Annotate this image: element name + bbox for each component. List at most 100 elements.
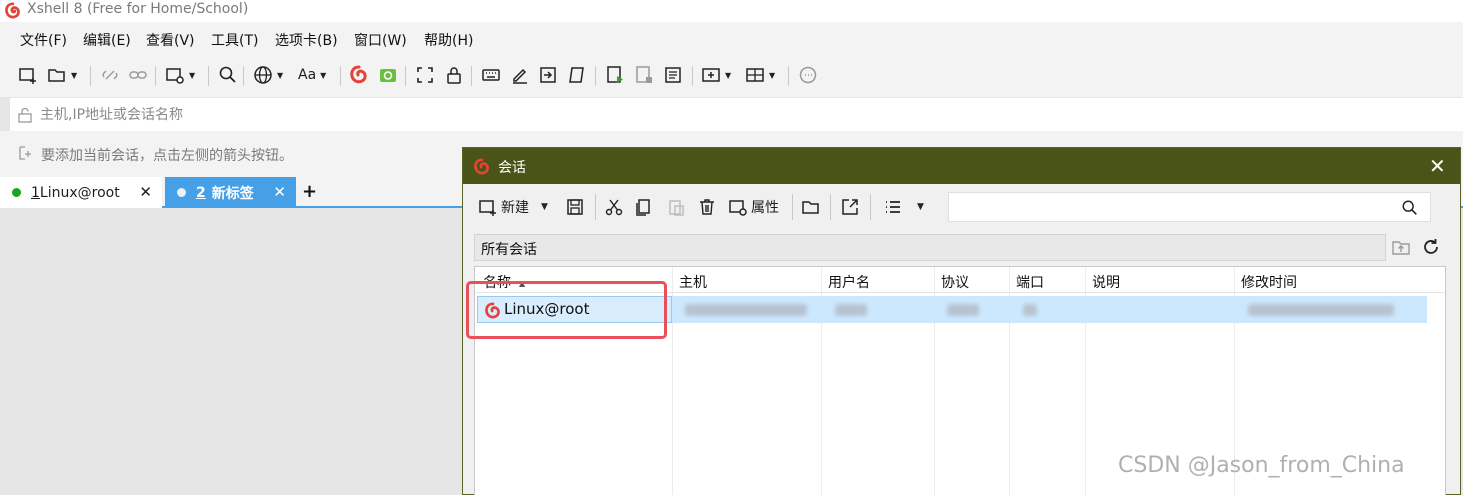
new-session-button[interactable]: 新建 ▼ <box>478 196 548 218</box>
open-folder-button[interactable] <box>801 196 821 218</box>
connected-status-icon <box>12 188 21 197</box>
folder-path-label: 所有会话 <box>481 242 537 258</box>
chevron-down-icon: ▼ <box>769 70 776 80</box>
stop-log-button[interactable] <box>634 64 654 86</box>
menu-tools[interactable]: 工具(T) <box>211 30 258 50</box>
add-tab-icon[interactable]: + <box>302 181 317 202</box>
trash-icon <box>700 199 714 215</box>
column-header-port[interactable]: 端口 <box>1016 272 1044 292</box>
redacted-host <box>685 304 807 316</box>
scroll-icon <box>569 67 584 83</box>
chevron-down-icon[interactable]: ▼ <box>541 202 548 212</box>
log-start-icon <box>607 66 623 83</box>
chevron-down-icon: ▼ <box>189 70 196 80</box>
chat-icon <box>799 66 817 84</box>
column-header-protocol[interactable]: 协议 <box>941 272 969 292</box>
main-toolbar: ▼ ▼ ▼ Aa ▼ ▼ ▼ <box>0 54 1463 97</box>
export-icon <box>842 199 858 215</box>
folder-up-icon[interactable] <box>1391 237 1411 257</box>
copy-button[interactable] <box>633 196 653 218</box>
lock-button[interactable] <box>444 64 464 86</box>
close-icon[interactable]: ✕ <box>273 183 286 201</box>
chevron-down-icon: ▼ <box>277 70 284 80</box>
xftp-button[interactable] <box>378 64 398 86</box>
tab-linux-root[interactable]: 1 Linux@root ✕ <box>0 177 162 208</box>
fullscreen-icon <box>417 67 433 83</box>
find-button[interactable] <box>218 64 238 86</box>
export-button[interactable] <box>840 196 860 218</box>
new-session-button[interactable] <box>18 64 38 86</box>
encoding-button[interactable]: ▼ <box>253 64 283 86</box>
column-header-user[interactable]: 用户名 <box>828 272 870 292</box>
lock-icon <box>447 67 461 84</box>
properties-button[interactable]: 属性 <box>728 196 779 218</box>
add-window-icon <box>702 68 720 82</box>
redacted-protocol <box>947 304 979 316</box>
script-arrow-icon <box>540 67 556 83</box>
tab-new[interactable]: 2 新标签 ✕ <box>165 177 296 208</box>
session-folder-path: 所有会话 <box>474 234 1386 261</box>
view-mode-button[interactable]: ▼ <box>883 196 924 218</box>
new-session-icon <box>19 68 36 84</box>
font-button[interactable]: Aa ▼ <box>298 64 326 86</box>
save-button[interactable] <box>565 196 585 218</box>
column-header-description[interactable]: 说明 <box>1092 272 1120 292</box>
session-search-box[interactable] <box>948 192 1431 222</box>
column-header-host[interactable]: 主机 <box>679 272 707 292</box>
paste-button[interactable] <box>666 196 686 218</box>
add-session-arrow-icon[interactable] <box>18 145 34 161</box>
xftp-icon <box>380 69 396 82</box>
reconnect-button[interactable] <box>128 64 148 86</box>
session-settings-icon <box>729 200 747 216</box>
properties-label: 属性 <box>751 200 779 216</box>
list-view-icon <box>886 201 900 213</box>
save-icon <box>567 199 583 215</box>
layout-button[interactable]: ▼ <box>745 64 775 86</box>
menu-window[interactable]: 窗口(W) <box>354 30 407 50</box>
redacted-port <box>1023 304 1037 316</box>
menu-bar: 文件(F) 编辑(E) 查看(V) 工具(T) 选项卡(B) 窗口(W) 帮助(… <box>0 22 1463 54</box>
menu-edit[interactable]: 编辑(E) <box>83 30 131 50</box>
annotation-highlight-box <box>466 281 667 339</box>
compose-button[interactable] <box>510 64 530 86</box>
transcript-button[interactable] <box>663 64 683 86</box>
menu-file[interactable]: 文件(F) <box>20 30 67 50</box>
document-icon <box>665 67 681 83</box>
cut-button[interactable] <box>604 196 624 218</box>
session-properties-button[interactable]: ▼ <box>165 64 195 86</box>
menu-view[interactable]: 查看(V) <box>146 30 195 50</box>
folder-open-icon <box>48 69 65 82</box>
xshell-logo-icon <box>350 65 367 84</box>
tab-label: Linux@root <box>39 184 120 201</box>
close-icon[interactable]: ✕ <box>1429 154 1446 178</box>
address-input[interactable] <box>40 103 640 127</box>
chevron-down-icon: ▼ <box>917 202 924 212</box>
session-settings-icon <box>166 68 184 84</box>
script-button[interactable] <box>538 64 558 86</box>
title-bar: Xshell 8 (Free for Home/School) <box>0 0 1463 22</box>
column-header-modified[interactable]: 修改时间 <box>1241 272 1297 292</box>
layout-icon <box>746 68 764 82</box>
search-icon[interactable] <box>1401 199 1419 217</box>
menu-help[interactable]: 帮助(H) <box>424 30 473 50</box>
menu-tabs[interactable]: 选项卡(B) <box>275 30 338 50</box>
refresh-icon[interactable] <box>1421 237 1441 257</box>
delete-button[interactable] <box>697 196 717 218</box>
macro-button[interactable] <box>567 64 587 86</box>
copy-icon <box>636 199 650 216</box>
hint-text: 要添加当前会话，点击左侧的箭头按钮。 <box>41 148 293 164</box>
open-button[interactable]: ▼ <box>47 64 77 86</box>
chat-button[interactable] <box>798 64 818 86</box>
keyboard-button[interactable] <box>481 64 501 86</box>
start-log-button[interactable] <box>605 64 625 86</box>
chevron-down-icon: ▼ <box>725 70 732 80</box>
new-tab-group-button[interactable]: ▼ <box>701 64 731 86</box>
scissors-icon <box>605 199 623 216</box>
xshell-logo-icon <box>5 2 20 19</box>
xshell-button[interactable] <box>349 64 369 86</box>
close-icon[interactable]: ✕ <box>139 183 152 201</box>
disconnect-button[interactable] <box>100 64 120 86</box>
session-search-input[interactable] <box>959 197 1399 219</box>
paste-icon <box>669 200 684 216</box>
fullscreen-button[interactable] <box>415 64 435 86</box>
